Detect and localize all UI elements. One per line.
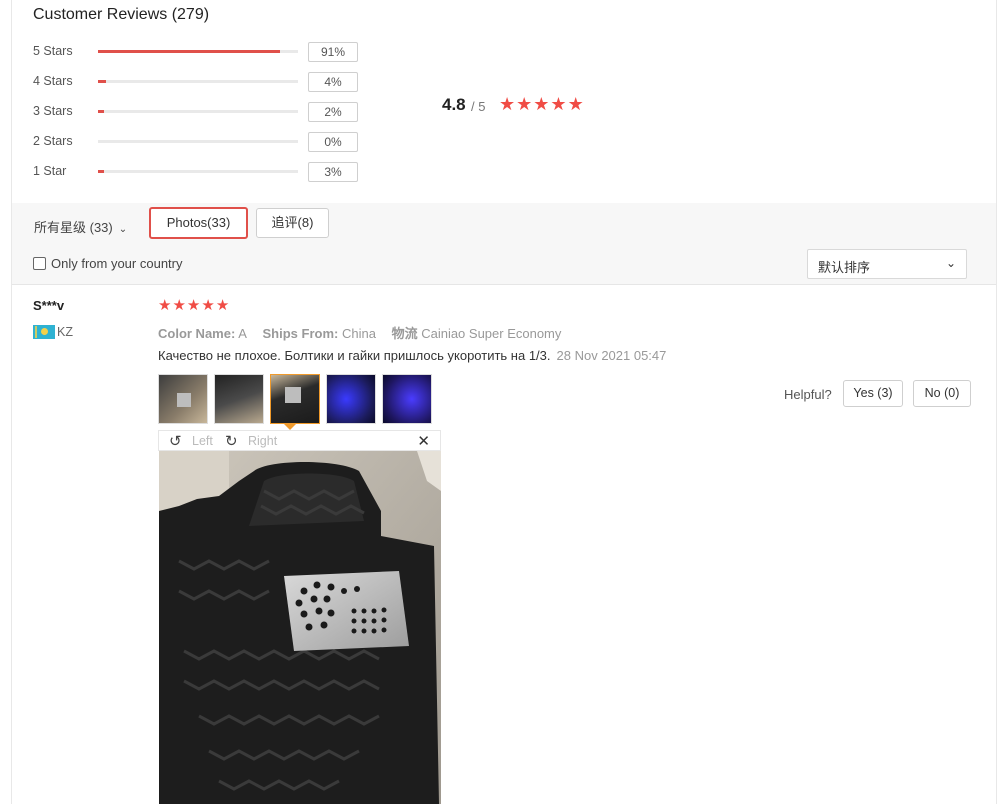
star-filter-label: 所有星级 (33) bbox=[34, 220, 113, 235]
star-icon: ★ bbox=[516, 94, 533, 114]
distribution-row-5[interactable]: 5 Stars 91% bbox=[33, 42, 363, 64]
helpful-label: Helpful? bbox=[784, 387, 832, 402]
distribution-percent: 4% bbox=[308, 72, 358, 92]
average-rating: 4.8 bbox=[442, 95, 466, 114]
distribution-bar-fill bbox=[98, 80, 106, 83]
distribution-bar bbox=[98, 110, 298, 113]
distribution-bar bbox=[98, 140, 298, 143]
photos-filter-button[interactable]: Photos(33) bbox=[149, 207, 248, 239]
flag-kz-icon bbox=[33, 325, 55, 339]
star-icon: ★ bbox=[158, 297, 172, 314]
distribution-label: 5 Stars bbox=[33, 44, 73, 58]
reviews-title: Customer Reviews (279) bbox=[33, 6, 210, 23]
star-icon: ★ bbox=[201, 297, 215, 314]
color-name-value: A bbox=[238, 326, 247, 341]
distribution-percent: 2% bbox=[308, 102, 358, 122]
star-icon: ★ bbox=[567, 94, 584, 114]
distribution-row-2[interactable]: 2 Stars 0% bbox=[33, 132, 363, 154]
average-rating-max: / 5 bbox=[471, 99, 486, 114]
star-icon: ★ bbox=[172, 297, 186, 314]
rotate-right-icon[interactable]: ↻ bbox=[225, 432, 238, 450]
review-text-line: Качество не плохое. Болтики и гайки приш… bbox=[158, 348, 666, 363]
distribution-percent: 0% bbox=[308, 132, 358, 152]
distribution-row-1[interactable]: 1 Star 3% bbox=[33, 162, 363, 184]
reviewer-name: S***v bbox=[33, 298, 65, 313]
distribution-percent: 91% bbox=[308, 42, 358, 62]
distribution-bar bbox=[98, 50, 298, 53]
photo-viewer-toolbar: ↺ Left ↻ Right ✕ bbox=[158, 430, 441, 451]
close-icon[interactable]: ✕ bbox=[417, 432, 430, 450]
color-name-label: Color Name: bbox=[158, 326, 236, 341]
follow-up-filter-button[interactable]: 追评(8) bbox=[256, 208, 329, 238]
rotate-left-label[interactable]: Left bbox=[192, 434, 213, 448]
distribution-bar bbox=[98, 170, 298, 173]
star-icon: ★ bbox=[186, 297, 201, 314]
star-icon: ★ bbox=[533, 94, 550, 114]
review-thumbnails bbox=[158, 374, 432, 424]
helpful-yes-button[interactable]: Yes (3) bbox=[843, 380, 903, 407]
rotate-left-icon[interactable]: ↺ bbox=[169, 432, 182, 450]
review-text: Качество не плохое. Болтики и гайки приш… bbox=[158, 348, 551, 363]
star-filter-dropdown[interactable]: 所有星级 (33) ⌄ bbox=[34, 217, 127, 236]
distribution-label: 1 Star bbox=[33, 164, 67, 178]
ships-from-value: China bbox=[341, 326, 376, 341]
distribution-label: 4 Stars bbox=[33, 74, 73, 88]
distribution-label: 2 Stars bbox=[33, 134, 73, 148]
only-country-label[interactable]: Only from your country bbox=[51, 256, 183, 271]
distribution-percent: 3% bbox=[308, 162, 358, 182]
review-stars: ★ ★ ★ ★ ★ bbox=[158, 297, 229, 315]
helpful-no-button[interactable]: No (0) bbox=[913, 380, 971, 407]
distribution-bar-fill bbox=[98, 110, 104, 113]
distribution-label: 3 Stars bbox=[33, 104, 73, 118]
review-thumbnail-selected[interactable] bbox=[270, 374, 320, 424]
car-floor-mat-photo bbox=[159, 451, 441, 804]
average-stars: ★ ★ ★ ★ ★ bbox=[499, 94, 584, 114]
review-thumbnail[interactable] bbox=[214, 374, 264, 424]
logistics-value: Cainiao Super Economy bbox=[421, 326, 562, 341]
review-thumbnail[interactable] bbox=[326, 374, 376, 424]
review-thumbnail[interactable] bbox=[158, 374, 208, 424]
distribution-bar-fill bbox=[98, 170, 104, 173]
reviewer-country: KZ bbox=[57, 325, 73, 339]
chevron-down-icon: ⌄ bbox=[945, 256, 956, 270]
distribution-row-4[interactable]: 4 Stars 4% bbox=[33, 72, 363, 94]
sort-select[interactable]: 默认排序 ⌄ bbox=[807, 249, 967, 279]
logistics-label: 物流 bbox=[391, 326, 418, 341]
star-icon: ★ bbox=[215, 297, 230, 314]
filter-bar: 所有星级 (33) ⌄ Photos(33) 追评(8) Only from yo… bbox=[12, 203, 996, 285]
distribution-bar-fill bbox=[98, 50, 280, 53]
rotate-right-label[interactable]: Right bbox=[248, 434, 277, 448]
distribution-bar bbox=[98, 80, 298, 83]
chevron-down-icon: ⌄ bbox=[118, 224, 128, 235]
distribution-row-3[interactable]: 3 Stars 2% bbox=[33, 102, 363, 124]
review-date: 28 Nov 2021 05:47 bbox=[556, 348, 667, 363]
sort-value: 默认排序 bbox=[818, 260, 871, 275]
ships-from-label: Ships From: bbox=[262, 326, 339, 341]
only-country-checkbox[interactable] bbox=[33, 257, 46, 270]
review-thumbnail[interactable] bbox=[382, 374, 432, 424]
review-photo-large bbox=[159, 451, 441, 804]
star-icon: ★ bbox=[499, 94, 516, 114]
star-icon: ★ bbox=[550, 94, 567, 114]
review-attributes: Color Name: A Ships From: China 物流 Caini… bbox=[158, 323, 561, 342]
